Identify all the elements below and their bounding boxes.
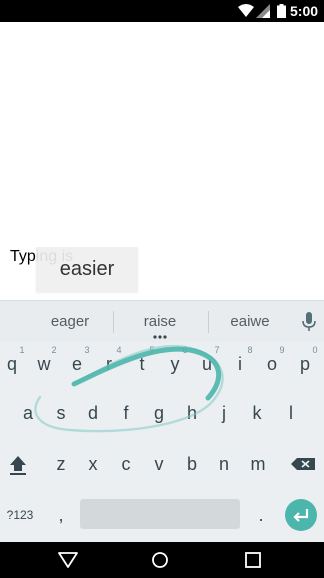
key-q[interactable]: q: [0, 344, 28, 384]
suggestion-left[interactable]: eager: [25, 301, 115, 343]
period-key[interactable]: .: [246, 498, 276, 532]
key-t[interactable]: t: [126, 344, 158, 384]
navigation-bar: [0, 542, 324, 578]
back-icon[interactable]: [58, 551, 78, 569]
comma-key[interactable]: ,: [46, 498, 76, 532]
key-x[interactable]: x: [77, 444, 109, 484]
more-dots-icon[interactable]: [153, 335, 167, 339]
key-n[interactable]: n: [208, 444, 240, 484]
key-w[interactable]: w: [28, 344, 60, 384]
home-icon[interactable]: [150, 551, 170, 569]
key-k[interactable]: k: [241, 393, 273, 433]
key-y[interactable]: y: [159, 344, 191, 384]
key-o[interactable]: o: [256, 344, 288, 384]
gesture-preview-word: easier: [59, 258, 115, 280]
keyboard: 1 q 2 w 3 e 4 r 5 t 6 y 7 u 8 i 9 o 0 p …: [0, 342, 324, 542]
status-bar: 5:00: [0, 0, 324, 22]
signal-icon: [256, 4, 270, 18]
shift-icon[interactable]: [2, 444, 34, 484]
key-u[interactable]: u: [191, 344, 223, 384]
enter-icon: [293, 509, 309, 522]
key-j[interactable]: j: [208, 393, 240, 433]
key-i[interactable]: i: [224, 344, 256, 384]
key-g[interactable]: g: [143, 393, 175, 433]
key-h[interactable]: h: [176, 393, 208, 433]
key-s[interactable]: s: [45, 393, 77, 433]
text-area[interactable]: Typing is easier: [0, 22, 324, 300]
wifi-icon: [238, 4, 254, 17]
key-a[interactable]: a: [12, 393, 44, 433]
suggestion-right[interactable]: eaiwe: [205, 301, 295, 343]
key-f[interactable]: f: [110, 393, 142, 433]
key-p[interactable]: p: [289, 344, 321, 384]
gesture-preview-bubble: easier: [36, 247, 138, 292]
backspace-icon[interactable]: [287, 444, 319, 484]
space-key[interactable]: [80, 499, 240, 529]
key-z[interactable]: z: [45, 444, 77, 484]
key-d[interactable]: d: [77, 393, 109, 433]
enter-key[interactable]: [285, 499, 317, 531]
suggestion-strip: eager raise eaiwe: [0, 300, 324, 342]
symbols-key[interactable]: ?123: [2, 498, 38, 532]
key-v[interactable]: v: [143, 444, 175, 484]
key-r[interactable]: r: [93, 344, 125, 384]
suggestion-divider: [113, 311, 114, 333]
key-m[interactable]: m: [242, 444, 274, 484]
battery-icon: [277, 4, 286, 18]
mic-icon[interactable]: [300, 311, 318, 333]
key-e[interactable]: e: [61, 344, 93, 384]
key-c[interactable]: c: [110, 444, 142, 484]
status-clock: 5:00: [290, 3, 319, 19]
recents-icon[interactable]: [243, 551, 263, 569]
key-b[interactable]: b: [176, 444, 208, 484]
key-l[interactable]: l: [275, 393, 307, 433]
